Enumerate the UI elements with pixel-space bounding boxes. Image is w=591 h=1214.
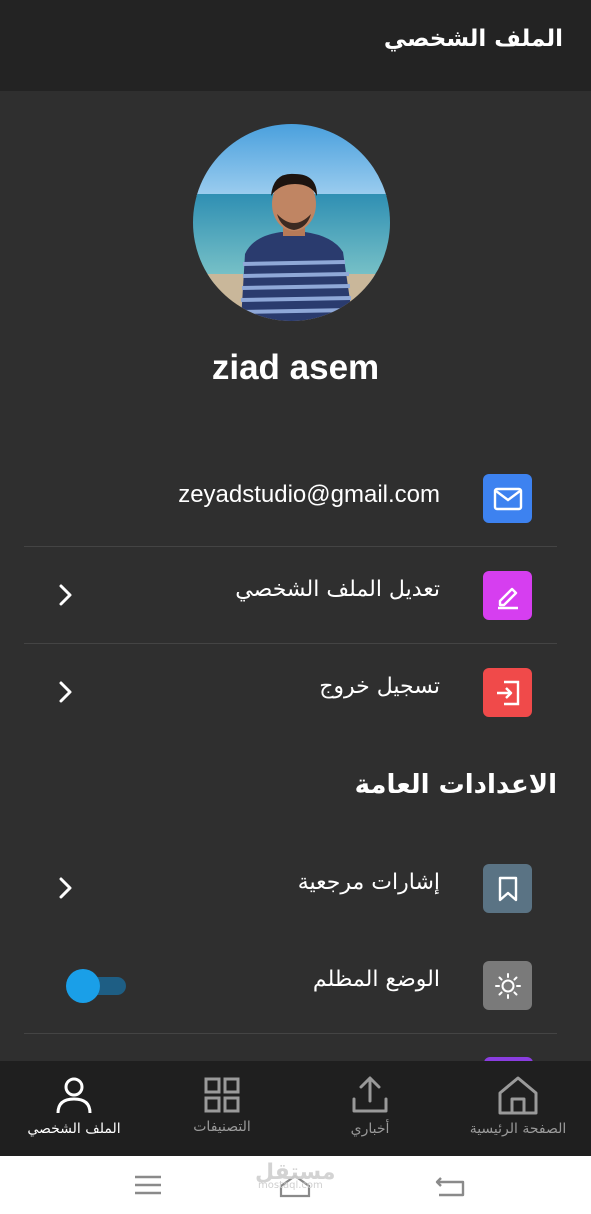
nav-label: التصنيفات xyxy=(193,1119,251,1135)
avatar-photo xyxy=(193,124,390,321)
profile-screen: { "app_bar": { "title": "الملف الشخصي" }… xyxy=(0,0,591,1214)
dark-mode-toggle[interactable] xyxy=(66,969,126,1003)
nav-item-home[interactable]: الصفحة الرئيسية xyxy=(444,1061,591,1156)
sun-icon xyxy=(483,961,532,1010)
profile-name: ziad asem xyxy=(211,348,380,387)
home-icon xyxy=(498,1076,538,1115)
nav-label: أخباري xyxy=(350,1121,390,1137)
chevron-right-icon xyxy=(59,877,72,899)
nav-label: الصفحة الرئيسية xyxy=(469,1121,567,1137)
watermark-sub: mostaql.com xyxy=(258,1180,323,1191)
email-row: zeyadstudio@gmail.com xyxy=(24,450,557,547)
bottom-navigation: الملف الشخصي التصنيفات أخباري الصفحة الر… xyxy=(0,1061,591,1156)
edit-profile-label: تعديل الملف الشخصي xyxy=(235,577,440,602)
email-label: zeyadstudio@gmail.com xyxy=(178,481,440,508)
settings-section-title: الاعدادات العامة xyxy=(354,770,557,800)
avatar[interactable] xyxy=(193,124,390,321)
user-icon xyxy=(56,1077,92,1114)
dark-mode-row: الوضع المظلم xyxy=(24,937,557,1034)
logout-icon xyxy=(483,668,532,717)
recent-apps-icon[interactable] xyxy=(131,1170,165,1200)
grid-icon xyxy=(204,1077,240,1113)
nav-item-profile[interactable]: الملف الشخصي xyxy=(0,1061,148,1156)
bookmarks-label: إشارات مرجعية xyxy=(297,870,440,895)
mail-icon xyxy=(483,474,532,523)
nav-label: الملف الشخصي xyxy=(27,1121,121,1137)
nav-item-my-news[interactable]: أخباري xyxy=(296,1061,444,1156)
logout-row[interactable]: تسجيل خروج xyxy=(24,644,557,741)
toggle-knob xyxy=(66,969,100,1003)
bookmark-icon xyxy=(483,864,532,913)
system-navigation-bar: مستقل mostaql.com xyxy=(0,1156,591,1214)
nav-item-categories[interactable]: التصنيفات xyxy=(148,1061,296,1156)
dark-mode-label: الوضع المظلم xyxy=(312,967,440,992)
chevron-right-icon xyxy=(59,584,72,606)
bookmarks-row[interactable]: إشارات مرجعية xyxy=(24,840,557,937)
page-title: الملف الشخصي xyxy=(383,26,563,52)
divider xyxy=(24,1033,557,1034)
chevron-right-icon xyxy=(59,681,72,703)
app-bar: الملف الشخصي xyxy=(0,0,591,91)
edit-icon xyxy=(483,571,532,620)
edit-profile-row[interactable]: تعديل الملف الشخصي xyxy=(24,547,557,644)
upload-icon xyxy=(352,1076,388,1113)
back-icon[interactable] xyxy=(433,1170,467,1200)
logout-label: تسجيل خروج xyxy=(319,674,440,699)
